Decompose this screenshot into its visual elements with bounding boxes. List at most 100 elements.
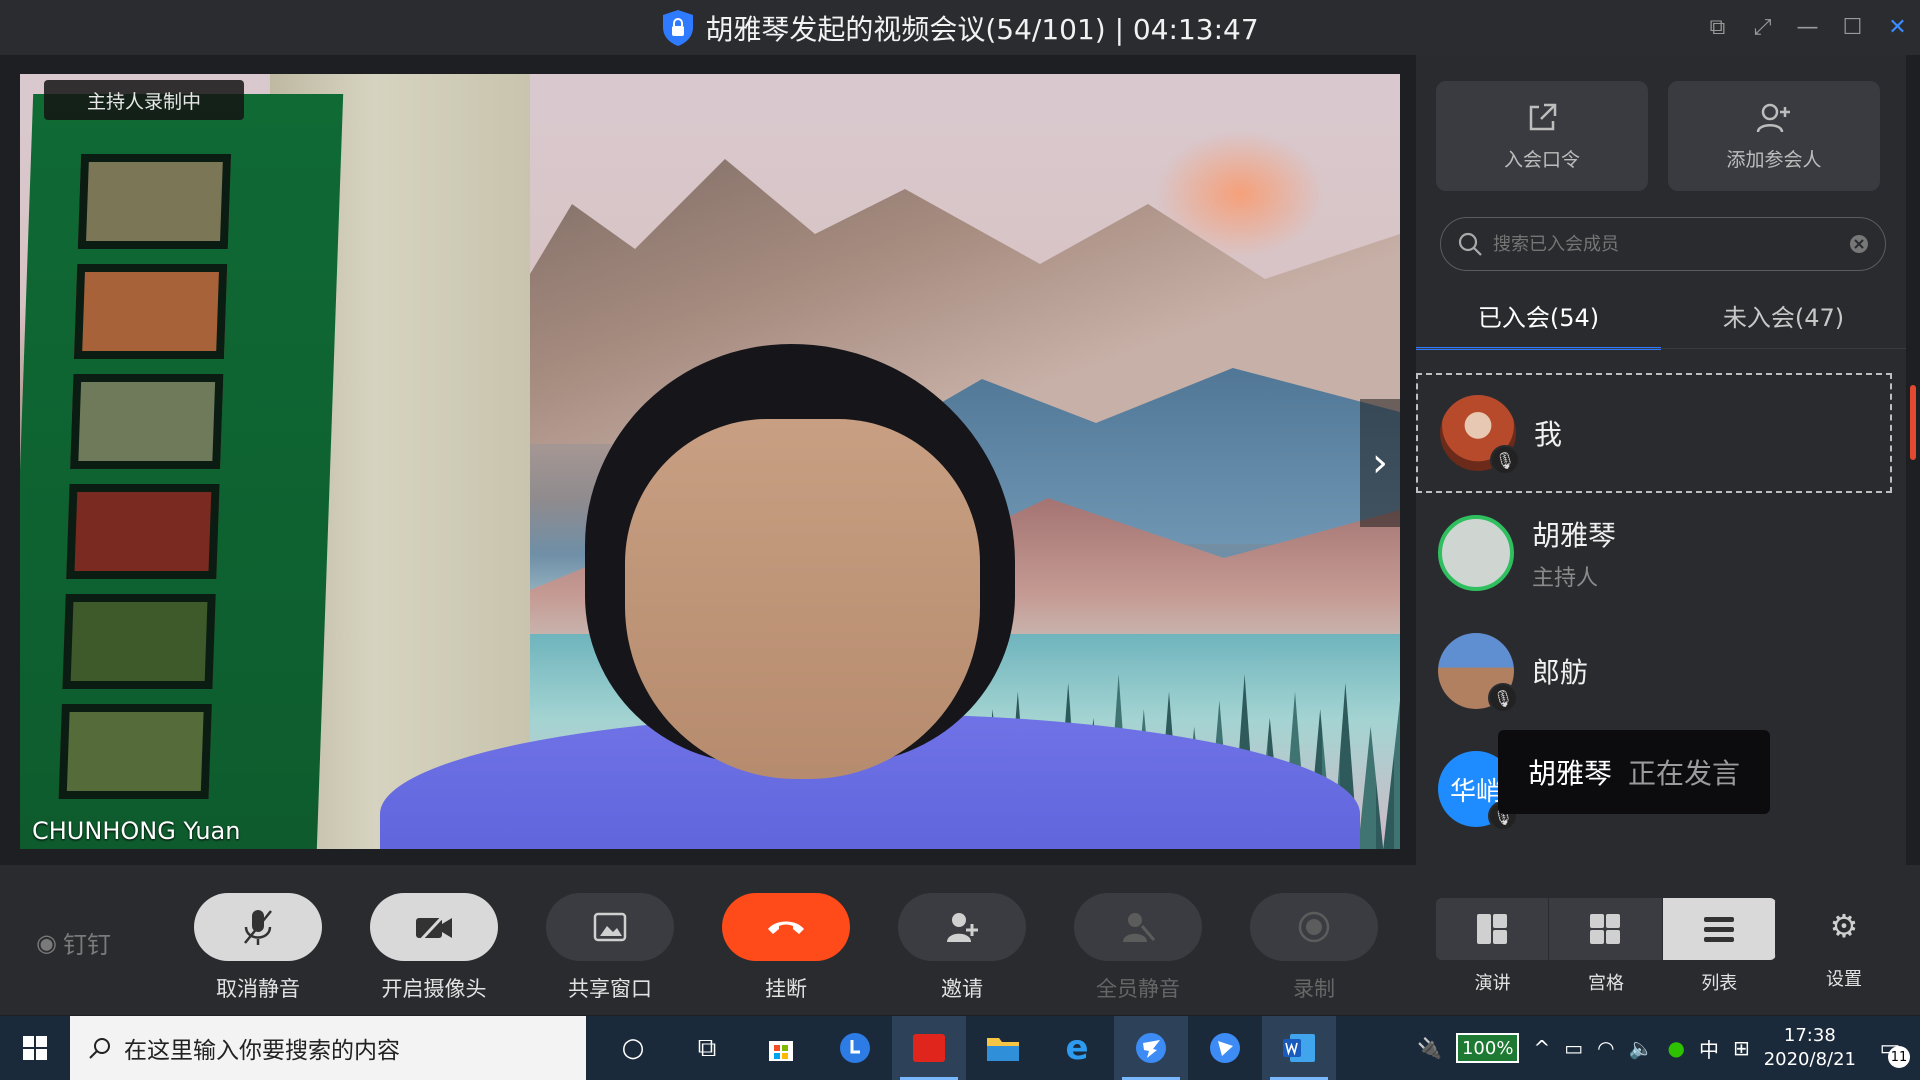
grid-view-label: 宫格 [1587, 973, 1624, 994]
minimize-icon[interactable]: — [1785, 0, 1830, 55]
ime-indicator[interactable]: 中 [1699, 1034, 1719, 1063]
mute-all-button: 全员静音 [1074, 893, 1202, 1003]
meeting-code-label: 入会口令 [1503, 148, 1580, 171]
wifi-icon[interactable]: ◠ [1597, 1036, 1614, 1060]
cortana-icon[interactable]: ○ [596, 1016, 670, 1080]
member-name: 我 [1534, 418, 1563, 451]
app-logo: ◉ 钉钉 [36, 925, 111, 960]
clear-search-icon[interactable] [1849, 234, 1869, 254]
video-speaker-name: CHUNHONG Yuan [32, 817, 241, 845]
member-item-me[interactable]: 🎙 我 [1416, 373, 1892, 493]
meeting-code-button[interactable]: 入会口令 [1436, 81, 1648, 191]
speaking-name: 胡雅琴 [1528, 757, 1613, 790]
invite-label: 邀请 [941, 977, 983, 1001]
add-person-icon [1756, 103, 1790, 132]
invite-button[interactable]: 邀请 [898, 893, 1026, 1003]
member-tabs: 已入会(54) 未入会(47) [1416, 280, 1906, 350]
volume-icon[interactable]: 🔈 [1629, 1036, 1654, 1060]
member-name: 胡雅琴 [1532, 519, 1617, 552]
task-view-icon[interactable]: ⧉ [670, 1016, 744, 1080]
system-tray: 🔌 100% ^ ▭ ◠ 🔈 ● 中 ⊞ 17:38 2020/8/21 ▭ 1… [1417, 1016, 1920, 1080]
speaker-view-label: 演讲 [1474, 973, 1511, 994]
battery-indicator[interactable]: 100% [1455, 1033, 1520, 1063]
member-item-host[interactable]: 胡雅琴 主持人 [1416, 493, 1892, 613]
mic-muted-icon [194, 893, 322, 961]
window-title-wrap: 胡雅琴发起的视频会议(54/101) | 04:13:47 [661, 8, 1259, 48]
list-view-icon[interactable] [1662, 898, 1776, 960]
shield-lock-icon [663, 9, 694, 46]
speaker-view-icon[interactable] [1436, 898, 1550, 960]
gear-icon: ⚙ [1829, 907, 1859, 945]
title-bar: 胡雅琴发起的视频会议(54/101) | 04:13:47 ⧉ ⤢ — ☐ ✕ [0, 0, 1920, 55]
main-video[interactable]: 主持人录制中 CHUNHONG Yuan › [20, 74, 1400, 849]
search-icon [1458, 232, 1482, 256]
record-icon [1250, 893, 1378, 961]
hang-up-button[interactable]: 挂断 [722, 893, 850, 1003]
maximize-icon[interactable]: ☐ [1830, 0, 1875, 55]
member-item[interactable]: 🎙 郎舫 [1416, 611, 1892, 731]
youdao-icon[interactable] [892, 1016, 966, 1080]
unmute-button[interactable]: 取消静音 [194, 893, 322, 1003]
wechat-icon[interactable]: ● [1667, 1036, 1684, 1060]
notification-count: 11 [1888, 1046, 1910, 1068]
clock-time: 17:38 [1783, 1025, 1836, 1046]
dingtalk-logo-icon: ◉ [36, 928, 57, 957]
taskbar-search[interactable]: 在这里输入你要搜索的内容 [70, 1016, 586, 1080]
start-camera-button[interactable]: 开启摄像头 [370, 893, 498, 1003]
tab-joined[interactable]: 已入会(54) [1416, 280, 1661, 350]
record-button: 录制 [1250, 893, 1378, 1003]
share-screen-icon [546, 893, 674, 961]
windows-taskbar: 在这里输入你要搜索的内容 ○ ⧉ e 🔌 100% ^ ▭ ◠ 🔈 ● 中 ⊞ … [0, 1016, 1920, 1080]
windows-start-icon[interactable] [0, 1016, 70, 1080]
taskbar-clock[interactable]: 17:38 2020/8/21 [1764, 1024, 1856, 1072]
ime-grid-icon[interactable]: ⊞ [1733, 1036, 1750, 1060]
record-label: 录制 [1293, 977, 1335, 1001]
feishu-icon[interactable] [1188, 1016, 1262, 1080]
word-icon[interactable] [1262, 1016, 1336, 1080]
edge-icon[interactable]: e [1040, 1016, 1114, 1080]
member-search-input[interactable] [1493, 233, 1839, 255]
share-link-icon [1529, 103, 1557, 130]
grid-view-icon[interactable] [1549, 898, 1663, 960]
member-search[interactable] [1440, 217, 1886, 271]
battery-icon[interactable]: ▭ [1564, 1036, 1583, 1060]
app-logo-text: 钉钉 [62, 931, 111, 959]
member-role: 主持人 [1532, 566, 1599, 591]
view-mode-switch [1436, 898, 1776, 960]
window-controls: ⧉ ⤢ — ☐ ✕ [1695, 0, 1920, 55]
chevron-up-icon[interactable]: ^ [1533, 1036, 1550, 1060]
power-plug-icon: 🔌 [1417, 1036, 1442, 1060]
mic-muted-icon: 🎙 [1490, 445, 1520, 475]
dingtalk-icon[interactable] [1114, 1016, 1188, 1080]
member-info: 我 [1534, 413, 1562, 453]
start-camera-label: 开启摄像头 [381, 977, 487, 1001]
add-participant-label: 添加参会人 [1726, 148, 1822, 171]
restore-layout-icon[interactable]: ⧉ [1695, 0, 1740, 55]
hang-up-label: 挂断 [765, 977, 807, 1001]
tabs-divider [1416, 348, 1906, 349]
taskbar-search-placeholder: 在这里输入你要搜索的内容 [124, 1038, 400, 1064]
clock-app-icon[interactable] [818, 1016, 892, 1080]
view-mode-labels: 演讲 宫格 列表 [1436, 969, 1776, 995]
settings-button[interactable]: ⚙ 设置 [1816, 907, 1872, 991]
notification-center-icon[interactable]: ▭ 11 [1870, 1028, 1910, 1068]
avatar: 🎙 [1440, 395, 1520, 475]
taskbar-apps: ○ ⧉ e [596, 1016, 1336, 1080]
add-participant-button[interactable]: 添加参会人 [1668, 81, 1880, 191]
mute-all-icon [1074, 893, 1202, 961]
tab-not-joined[interactable]: 未入会(47) [1661, 280, 1906, 350]
share-window-button[interactable]: 共享窗口 [546, 893, 674, 1003]
recording-badge: 主持人录制中 [44, 80, 244, 120]
clock-date: 2020/8/21 [1763, 1049, 1856, 1070]
chevron-right-icon[interactable]: › [1360, 399, 1400, 527]
share-window-label: 共享窗口 [568, 977, 652, 1001]
store-icon[interactable] [744, 1016, 818, 1080]
avatar-text: 华峭 [1449, 776, 1502, 807]
close-icon[interactable]: ✕ [1875, 0, 1920, 55]
settings-label: 设置 [1826, 969, 1862, 990]
unmute-label: 取消静音 [216, 977, 300, 1001]
mute-all-label: 全员静音 [1096, 977, 1180, 1001]
fullscreen-icon[interactable]: ⤢ [1740, 0, 1785, 55]
file-explorer-icon[interactable] [966, 1016, 1040, 1080]
panel-scrollbar[interactable] [1910, 385, 1916, 460]
